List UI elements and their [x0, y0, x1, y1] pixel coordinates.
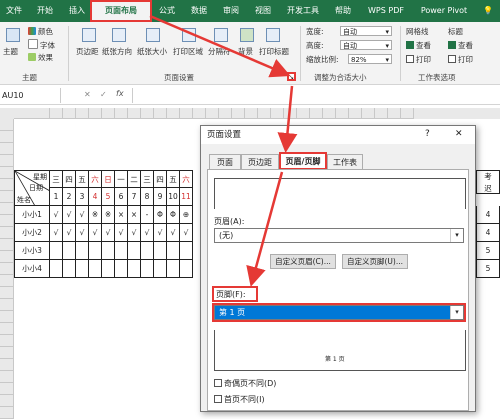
arrow-launcher-to-tab — [277, 85, 298, 153]
arrow-tab-to-launcher — [149, 14, 291, 78]
annotation-arrows — [149, 14, 298, 287]
arrow-tab-to-footer — [246, 171, 284, 287]
